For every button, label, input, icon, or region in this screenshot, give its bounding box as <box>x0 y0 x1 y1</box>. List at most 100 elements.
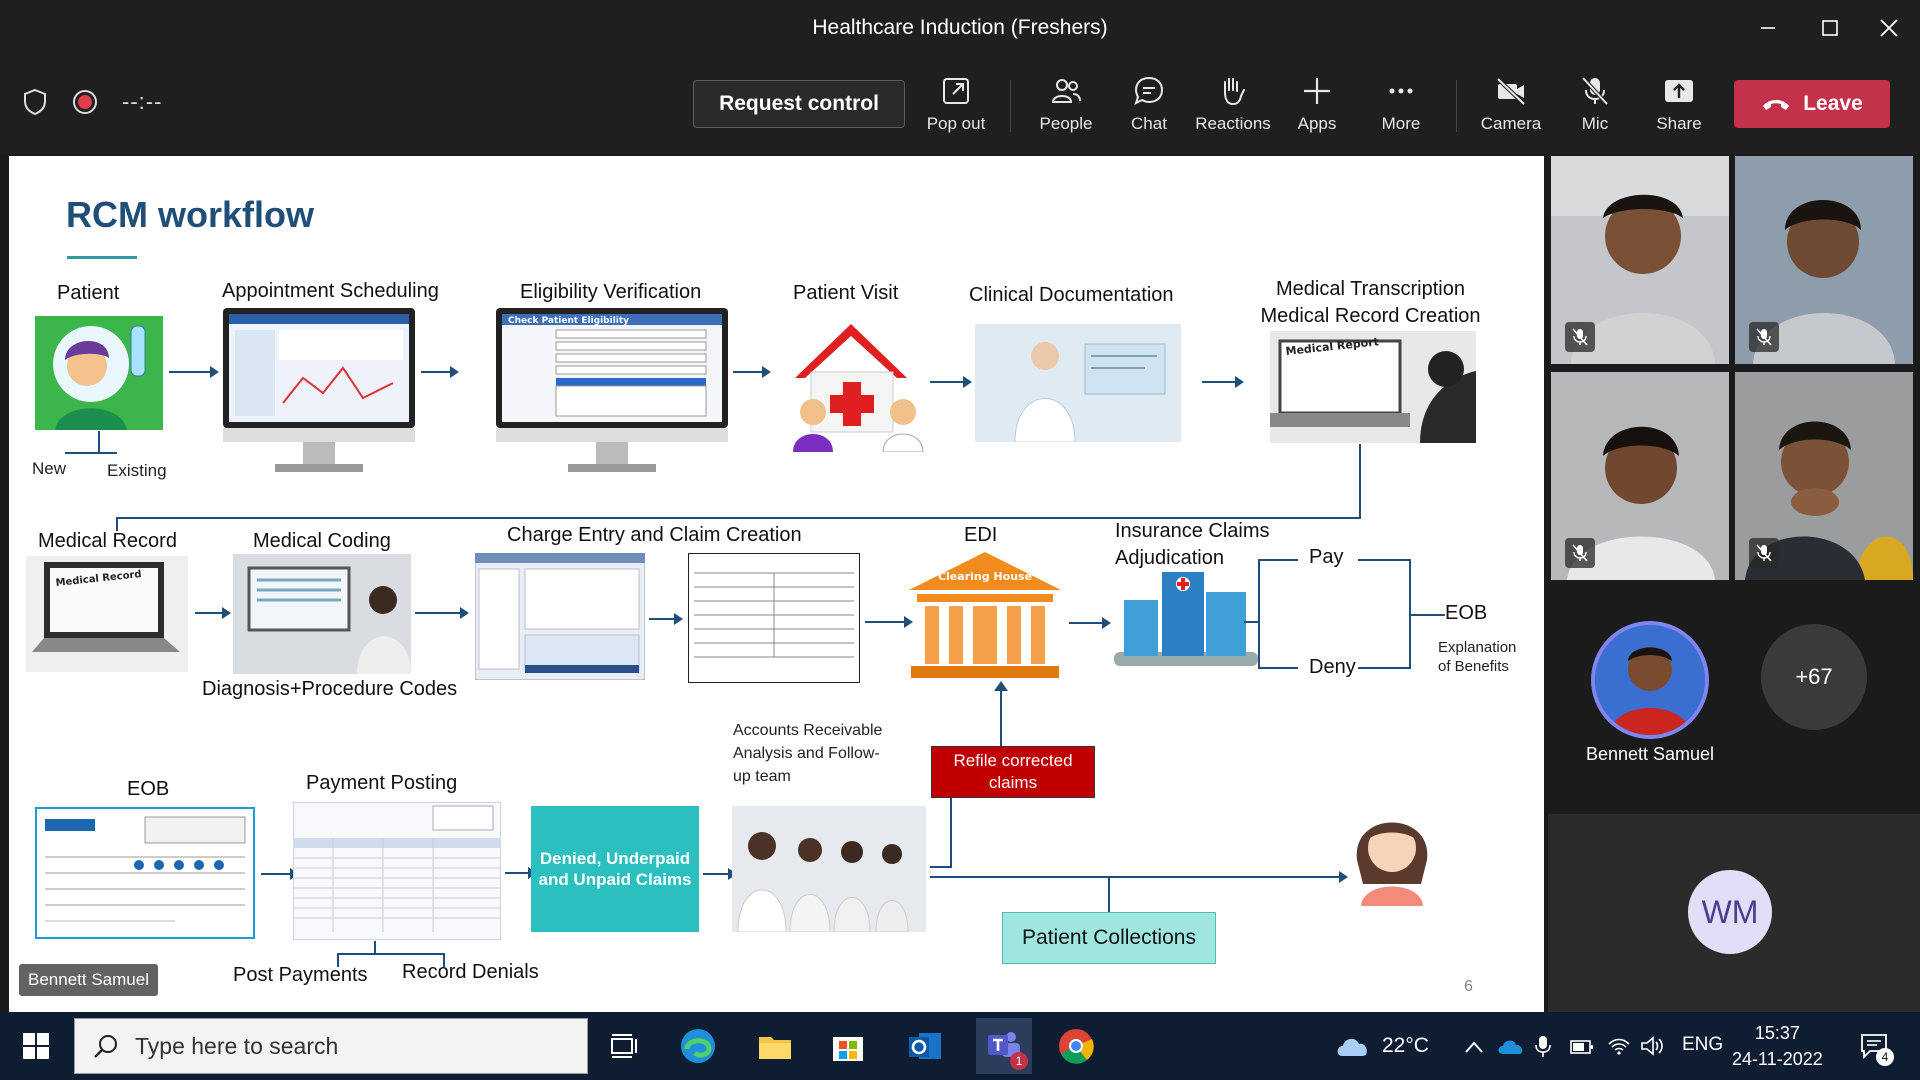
insurance-hospital-building <box>1114 572 1258 666</box>
participant-video-tile[interactable] <box>1551 372 1729 580</box>
pop-out-button[interactable]: Pop out <box>916 74 996 134</box>
existing-patient-label: Existing <box>107 461 167 480</box>
weather-cloud-icon[interactable] <box>1334 1032 1372 1058</box>
battery-icon[interactable] <box>1570 1038 1594 1056</box>
microphone-tray-icon[interactable] <box>1535 1034 1551 1058</box>
apps-button[interactable]: Apps <box>1277 74 1357 134</box>
clock-date: 24-11-2022 <box>1732 1049 1823 1069</box>
collections-arrow <box>930 871 1348 883</box>
participant-muted-indicator <box>1565 322 1595 352</box>
participant-video-tile[interactable] <box>1735 156 1913 364</box>
onedrive-icon[interactable] <box>1497 1038 1525 1056</box>
pay-label: Pay <box>1309 546 1344 568</box>
eob-document <box>35 807 255 939</box>
initials-avatar: WM <box>1688 870 1772 954</box>
mic-button[interactable]: Mic <box>1555 74 1635 134</box>
collections-connector <box>1108 877 1110 913</box>
camera-button[interactable]: Camera <box>1471 74 1551 134</box>
search-icon <box>94 1035 117 1058</box>
patient-branch-line <box>65 452 117 454</box>
volume-icon[interactable] <box>1640 1036 1664 1056</box>
chrome-icon <box>1059 1029 1094 1064</box>
teams-app-button[interactable]: 1 <box>976 1018 1032 1074</box>
taskbar-search-box[interactable]: Type here to search <box>74 1018 588 1074</box>
ar-connector <box>950 798 952 868</box>
patient-branch-line <box>98 431 100 453</box>
medical-transcription-label: Medical Transcription <box>1276 278 1465 300</box>
input-language[interactable]: ENG <box>1682 1034 1723 1056</box>
toolbar-divider <box>1456 80 1457 132</box>
more-button[interactable]: More <box>1361 74 1441 134</box>
folder-icon <box>759 1037 791 1059</box>
charge-entry-label: Charge Entry and Claim Creation <box>507 524 802 546</box>
mic-off-icon <box>1581 76 1609 106</box>
medical-record-laptop-photo: Medical Record <box>26 556 188 672</box>
patient-label: Patient <box>57 282 120 304</box>
flow-arrow <box>195 607 231 619</box>
meeting-timer: --:-- <box>122 89 163 114</box>
flow-arrow <box>703 868 737 880</box>
leave-label: Leave <box>1803 92 1863 115</box>
file-explorer-button[interactable] <box>753 1024 797 1068</box>
minimize-icon <box>1761 27 1775 29</box>
reactions-button[interactable]: Reactions <box>1193 74 1273 134</box>
leave-button[interactable]: Leave <box>1734 80 1890 128</box>
window-title-bar: Healthcare Induction (Freshers) <box>0 0 1920 58</box>
start-button[interactable] <box>14 1024 58 1068</box>
chevron-up-icon[interactable] <box>1464 1040 1484 1054</box>
task-view-button[interactable] <box>602 1024 646 1068</box>
overflow-participants-count[interactable]: +67 <box>1761 624 1867 730</box>
eligibility-verification-monitor: Check Patient Eligibility <box>496 308 728 472</box>
medical-coding-label: Medical Coding <box>253 530 391 552</box>
record-denials-label: Record Denials <box>402 961 539 983</box>
raise-hand-icon <box>1224 78 1245 106</box>
notification-center-button[interactable]: 4 <box>1852 1024 1896 1068</box>
participant-video-tile[interactable] <box>1551 156 1729 364</box>
shield-icon <box>24 88 46 116</box>
windows-logo-icon <box>23 1033 49 1059</box>
meeting-toolbar: --:-- Request control Pop out People Cha… <box>0 58 1920 154</box>
people-button[interactable]: People <box>1026 74 1106 134</box>
store-app-button[interactable] <box>826 1024 870 1068</box>
outlook-app-button[interactable] <box>903 1024 947 1068</box>
hospital-house-icon <box>793 324 924 452</box>
participant-tile-initials[interactable]: WM <box>1548 814 1920 1012</box>
taskbar-clock[interactable]: 15:37 24-11-2022 <box>1732 1020 1823 1072</box>
clearing-house-building: Clearing House <box>909 552 1061 678</box>
mic-off-icon <box>1756 544 1772 562</box>
chat-button[interactable]: Chat <box>1109 74 1189 134</box>
camera-off-icon <box>1496 77 1526 106</box>
close-icon <box>1880 19 1898 37</box>
edge-app-button[interactable] <box>676 1024 720 1068</box>
pop-out-icon <box>943 78 969 104</box>
presenter-name-tag: Bennett Samuel <box>19 964 158 996</box>
featured-participant-avatar[interactable] <box>1591 621 1709 739</box>
shared-slide: RCM workflow Patient New Existing Appoin… <box>9 156 1544 1012</box>
maximize-icon <box>1822 20 1838 36</box>
store-icon <box>833 1037 863 1061</box>
participant-photo <box>1595 625 1705 735</box>
close-window-button[interactable] <box>1871 12 1907 44</box>
clearing-house-text: Clearing House <box>938 570 1032 583</box>
flow-arrow <box>930 376 972 388</box>
of-benefits-label: of Benefits <box>1438 658 1509 675</box>
connector-line <box>116 517 1361 519</box>
participants-panel: Bennett Samuel +67 WM <box>1548 156 1920 1012</box>
minimize-button[interactable] <box>1750 12 1786 44</box>
request-control-button[interactable]: Request control <box>693 80 905 128</box>
participant-video-tile[interactable] <box>1735 372 1913 580</box>
people-label: People <box>1039 114 1093 133</box>
plus-icon <box>1304 78 1330 104</box>
weather-temperature[interactable]: 22°C <box>1382 1034 1429 1058</box>
outlook-icon <box>909 1033 941 1059</box>
chrome-app-button[interactable] <box>1054 1024 1098 1068</box>
posting-branch-line <box>374 941 376 953</box>
wifi-icon[interactable] <box>1607 1036 1631 1056</box>
slide-page-number: 6 <box>1464 978 1473 995</box>
flow-arrow <box>169 366 219 378</box>
camera-label: Camera <box>1480 114 1542 133</box>
maximize-button[interactable] <box>1812 12 1848 44</box>
adjudication-branch-line <box>1258 559 1298 561</box>
share-button[interactable]: Share <box>1639 74 1719 134</box>
adjudication-branch-line <box>1244 621 1258 623</box>
